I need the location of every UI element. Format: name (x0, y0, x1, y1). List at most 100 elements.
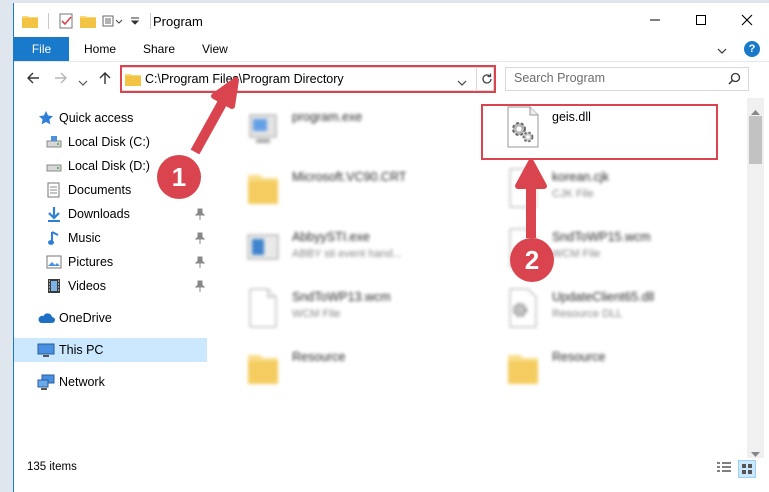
address-bar-highlight (120, 65, 496, 93)
sidebar-item-label: Local Disk (C:) (68, 135, 150, 149)
cloud-icon (37, 309, 55, 327)
new-folder-icon[interactable] (80, 14, 96, 28)
download-icon (45, 205, 63, 223)
file-name: Resource (292, 350, 346, 364)
customize-toolbar-icon[interactable] (102, 14, 124, 28)
music-icon (45, 229, 63, 247)
file-tile[interactable]: Microsoft.VC90.CRT (222, 158, 462, 216)
window-controls (632, 3, 769, 37)
geis-dll-highlight (481, 104, 718, 160)
maximize-button[interactable] (678, 3, 724, 37)
back-arrow-icon[interactable] (26, 71, 40, 90)
file-tile[interactable]: Resource (482, 338, 722, 396)
file-name: UpdateClient65.dll (552, 290, 655, 304)
file-icon (244, 285, 282, 329)
up-arrow-icon[interactable] (98, 71, 112, 90)
folder-icon (504, 345, 542, 389)
ribbon-tabs: File Home Share View ? (14, 37, 769, 62)
application-icon (244, 105, 282, 149)
minimize-button[interactable] (632, 3, 678, 37)
step-1-badge: 1 (157, 155, 201, 199)
dll-gear-icon (504, 285, 542, 329)
sidebar-item-label: Downloads (68, 207, 130, 221)
item-count: 135 items (27, 461, 77, 473)
documents-icon (45, 181, 63, 199)
close-button[interactable] (724, 3, 769, 37)
pin-icon[interactable] (194, 208, 206, 223)
folder-icon (244, 165, 282, 209)
sidebar-item-local-disk-c[interactable]: Local Disk (C:) (14, 130, 207, 154)
tab-view[interactable]: View (202, 37, 228, 61)
file-type: WCM File (292, 308, 341, 320)
window-title: Program (153, 14, 203, 29)
quick-access-toolbar (22, 11, 155, 31)
file-type: ABBY sti event hand... (292, 248, 402, 260)
minimize-icon (650, 19, 660, 21)
sidebar-item-label: Quick access (59, 111, 134, 125)
pin-icon[interactable] (194, 256, 206, 271)
expand-ribbon-icon[interactable] (716, 43, 728, 61)
details-view-icon[interactable] (716, 460, 732, 476)
title-bar: Program (14, 3, 769, 37)
sidebar-item-label: Documents (68, 183, 132, 197)
file-tile[interactable]: SndToWP13.wcm WCM File (222, 278, 462, 336)
sidebar-item-quick-access[interactable]: Quick access (14, 106, 207, 130)
file-name: SndToWP13.wcm (292, 290, 391, 304)
network-icon (37, 373, 55, 391)
computer-icon (37, 341, 55, 359)
toolbar-divider (150, 13, 151, 29)
close-icon (741, 14, 753, 26)
pin-icon[interactable] (194, 280, 206, 295)
folder-icon (244, 345, 282, 389)
tiles-view-icon[interactable] (738, 460, 756, 478)
status-bar: 135 items (14, 458, 769, 492)
file-tile[interactable]: korean.cjk CJK File (482, 158, 722, 216)
file-tile[interactable]: Resource (222, 338, 462, 396)
vertical-scrollbar[interactable] (747, 98, 764, 458)
sidebar-item-network[interactable]: Network (14, 370, 207, 394)
maximize-icon (696, 15, 706, 25)
tab-home[interactable]: Home (84, 37, 116, 61)
search-box[interactable] (505, 67, 749, 91)
file-name: AbbyySTI.exe (292, 230, 370, 244)
file-name: SndToWP15.wcm (552, 230, 651, 244)
sidebar-item-music[interactable]: Music (14, 226, 207, 250)
sidebar-item-videos[interactable]: Videos (14, 274, 207, 298)
sidebar-item-label: Videos (68, 279, 106, 293)
search-icon[interactable] (728, 72, 741, 90)
tab-file[interactable]: File (14, 37, 69, 61)
navigation-pane: Quick access Local Disk (C:) Local Disk … (14, 98, 209, 458)
drive-icon (45, 133, 63, 151)
explorer-window: Program File Home Share View ? C:\Progra… (13, 3, 769, 492)
videos-icon (45, 277, 63, 295)
sidebar-item-downloads[interactable]: Downloads (14, 202, 207, 226)
sidebar-item-this-pc[interactable]: This PC (14, 338, 207, 362)
help-button[interactable]: ? (744, 41, 760, 57)
file-name: korean.cjk (552, 170, 609, 184)
file-tile[interactable]: UpdateClient65.dll Resource DLL (482, 278, 722, 336)
sidebar-item-label: Network (59, 375, 105, 389)
dropdown-arrow-icon[interactable] (130, 16, 140, 26)
toolbar-divider (48, 13, 49, 29)
properties-icon[interactable] (59, 13, 74, 29)
application-icon (244, 225, 282, 269)
drive-icon (45, 157, 63, 175)
scrollbar-thumb[interactable] (749, 116, 762, 164)
tab-share[interactable]: Share (143, 37, 175, 61)
sidebar-item-label: Pictures (68, 255, 114, 269)
file-tile[interactable]: AbbyySTI.exe ABBY sti event hand... (222, 218, 462, 276)
sidebar-item-pictures[interactable]: Pictures (14, 250, 207, 274)
file-name: Resource (552, 350, 606, 364)
file-name: program.exe (292, 110, 363, 124)
search-input[interactable] (514, 71, 714, 85)
file-icon (504, 165, 542, 209)
step-2-badge: 2 (510, 238, 554, 282)
sidebar-item-label: Music (68, 231, 101, 245)
sidebar-item-onedrive[interactable]: OneDrive (14, 306, 207, 330)
file-type: Resource DLL (552, 308, 623, 320)
forward-arrow-icon[interactable] (54, 71, 68, 90)
star-icon (37, 109, 55, 127)
pin-icon[interactable] (194, 232, 206, 247)
file-tile[interactable]: program.exe (222, 98, 462, 156)
recent-locations-icon[interactable] (78, 74, 88, 92)
